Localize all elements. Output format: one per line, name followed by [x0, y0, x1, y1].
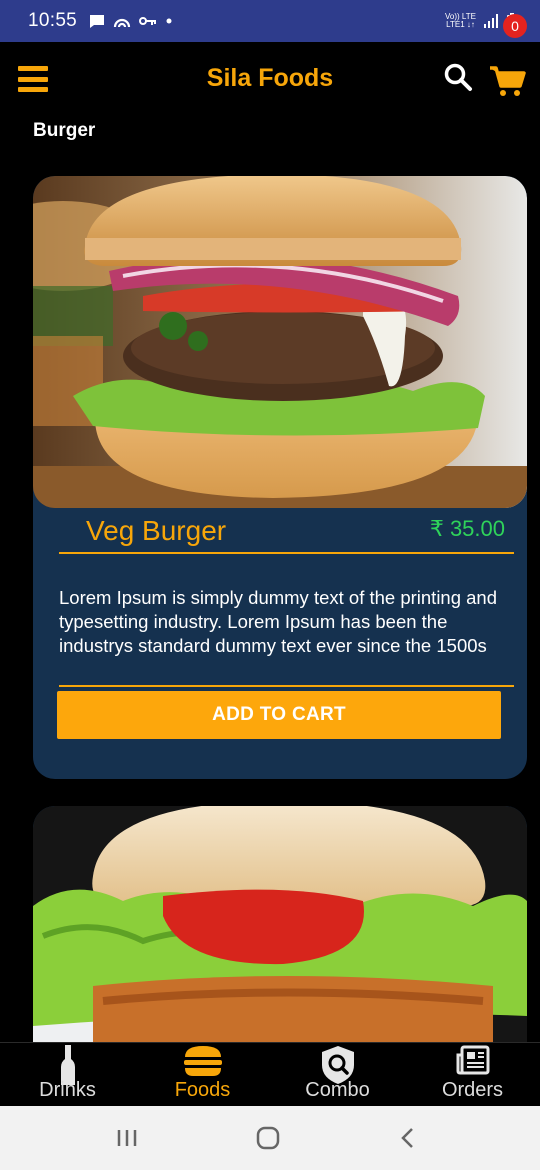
- message-icon: [90, 14, 105, 28]
- status-time: 10:55: [28, 10, 78, 31]
- notification-icons: [89, 14, 173, 29]
- nav-drinks-label: Drinks: [39, 1079, 96, 1101]
- nav-drinks[interactable]: Drinks: [0, 1043, 135, 1107]
- cart-icon[interactable]: [488, 60, 528, 100]
- network-bottom-label: LTE1 ↓↑: [446, 20, 475, 29]
- system-navigation-bar: [0, 1106, 540, 1170]
- product-card: Veg Burger ₹ 35.00 Lorem Ipsum is simply…: [33, 176, 527, 779]
- nav-foods-label: Foods: [174, 1079, 231, 1101]
- nav-orders-label: Orders: [441, 1079, 504, 1101]
- crispy-burger-image: [33, 806, 527, 1066]
- cart-count-badge: 0: [503, 14, 527, 38]
- key-icon: [139, 17, 157, 25]
- nav-orders[interactable]: Orders: [405, 1043, 540, 1107]
- network-label: Vo)) LTE LTE1 ↓↑: [445, 13, 476, 29]
- app-bar: Sila Foods: [0, 42, 540, 118]
- section-title: Burger: [33, 120, 96, 141]
- search-icon[interactable]: [443, 62, 473, 92]
- product-description: Lorem Ipsum is simply dummy text of the …: [59, 587, 498, 656]
- nav-combo[interactable]: Combo: [270, 1043, 405, 1107]
- newspaper-icon: [456, 1045, 489, 1075]
- recent-apps-icon[interactable]: [116, 1124, 138, 1152]
- product-price: ₹ 35.00: [429, 516, 505, 541]
- dot-icon: [166, 18, 172, 24]
- nav-foods[interactable]: Foods: [135, 1043, 270, 1107]
- product-name: Veg Burger: [86, 515, 227, 546]
- signal-icon: [484, 14, 498, 28]
- status-bar: 10:55 Vo)) LTE LTE1 ↓↑: [0, 0, 540, 42]
- title-divider: [59, 552, 514, 554]
- burger-icon: [183, 1046, 222, 1076]
- description-divider: [59, 685, 514, 687]
- hotspot-icon: [113, 18, 131, 28]
- nav-combo-label: Combo: [305, 1079, 370, 1101]
- veg-burger-image: [33, 176, 527, 508]
- screen: 10:55 Vo)) LTE LTE1 ↓↑ Sila Foods 0 Burg…: [0, 0, 540, 1170]
- home-icon[interactable]: [256, 1124, 280, 1152]
- bottom-navigation: Drinks Foods Combo Orders: [0, 1042, 540, 1106]
- add-to-cart-button[interactable]: ADD TO CART: [57, 691, 501, 739]
- back-icon[interactable]: [398, 1124, 418, 1152]
- product-card: [33, 806, 527, 1066]
